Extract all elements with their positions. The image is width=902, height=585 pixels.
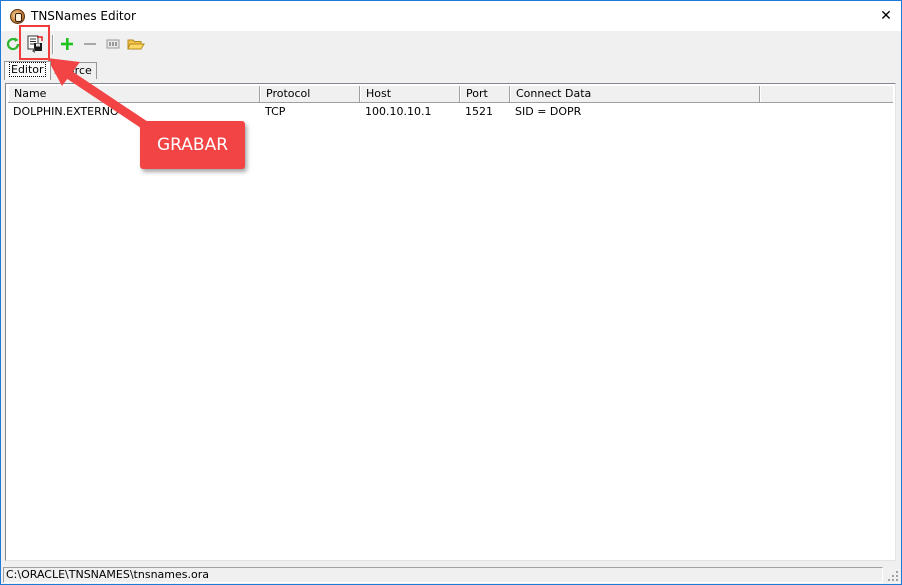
status-bar: C:\ORACLE\TNSNAMES\tnsnames.ora	[1, 565, 901, 584]
add-icon	[61, 38, 73, 50]
save-button-highlight	[19, 25, 50, 60]
test-connection-icon	[106, 39, 120, 49]
open-folder-button[interactable]	[125, 33, 147, 55]
tab-source-label: Source	[54, 64, 92, 77]
remove-button[interactable]	[79, 33, 101, 55]
column-header-name[interactable]: Name	[8, 86, 260, 102]
column-header-protocol[interactable]: Protocol	[260, 86, 360, 102]
app-icon	[10, 9, 25, 24]
column-header-connect-data[interactable]: Connect Data	[510, 86, 760, 102]
column-header-filler	[760, 86, 893, 102]
tab-source[interactable]: Source	[49, 62, 97, 79]
list-header: Name Protocol Host Port Connect Data	[8, 86, 893, 103]
remove-icon	[84, 43, 96, 45]
cell-host: 100.10.10.1	[365, 105, 432, 118]
tnsnames-editor-window: TNSNames Editor ✕ Editor Source Name Pro…	[0, 0, 902, 585]
table-row[interactable]: DOLPHIN.EXTERNO TCP 100.10.10.1 1521 SID…	[8, 104, 893, 120]
cell-port: 1521	[465, 105, 493, 118]
window-title: TNSNames Editor	[31, 9, 136, 23]
tab-editor-label: Editor	[9, 62, 46, 77]
entries-list[interactable]: Name Protocol Host Port Connect Data DOL…	[5, 83, 896, 561]
column-header-host[interactable]: Host	[360, 86, 460, 102]
close-button[interactable]: ✕	[871, 1, 901, 31]
tab-editor[interactable]: Editor	[4, 61, 51, 80]
cell-name: DOLPHIN.EXTERNO	[13, 105, 119, 118]
status-file-path: C:\ORACLE\TNSNAMES\tnsnames.ora	[3, 567, 883, 583]
tab-strip: Editor Source	[4, 61, 204, 82]
test-connection-button[interactable]	[102, 33, 124, 55]
resize-grip-icon[interactable]	[886, 569, 899, 582]
grabar-callout: GRABAR	[140, 121, 245, 169]
toolbar	[1, 32, 901, 58]
column-header-port[interactable]: Port	[460, 86, 510, 102]
close-icon: ✕	[880, 8, 892, 24]
cell-protocol: TCP	[265, 105, 286, 118]
cell-connect-data: SID = DOPR	[515, 105, 582, 118]
add-button[interactable]	[56, 33, 78, 55]
title-bar[interactable]: TNSNames Editor ✕	[1, 1, 901, 31]
toolbar-separator	[52, 35, 54, 54]
open-folder-icon	[127, 39, 145, 50]
